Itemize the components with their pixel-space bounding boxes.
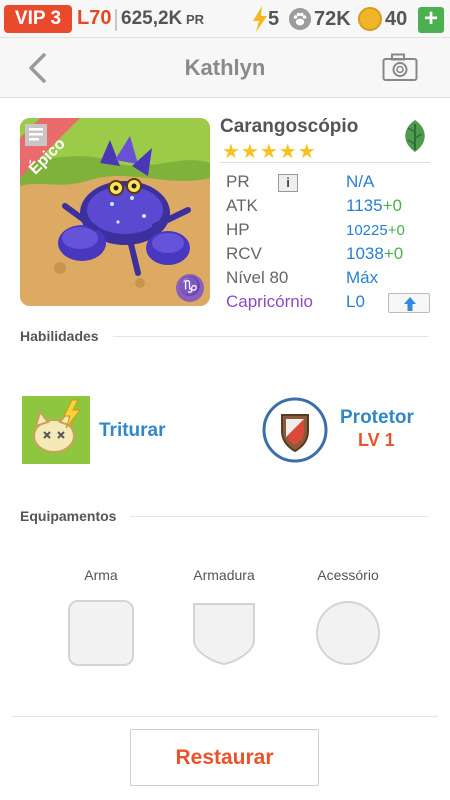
skill-icon[interactable] <box>22 396 90 464</box>
page-header: Kathlyn <box>0 38 450 98</box>
skill-name[interactable]: Triturar <box>99 420 166 442</box>
divider <box>12 716 438 717</box>
zodiac-label: Capricórnio <box>226 292 313 311</box>
divider <box>220 162 430 163</box>
power-rating-unit: PR <box>186 12 205 27</box>
trait-level: LV 1 <box>358 430 395 450</box>
stat-label: RCV <box>226 244 262 263</box>
stat-row-rcv: RCV 1038+0 <box>226 244 436 266</box>
paw-count: 72K <box>314 8 351 30</box>
trait-name[interactable]: Protetor <box>340 407 414 429</box>
shield-icon[interactable] <box>262 397 328 463</box>
player-level: L70 <box>77 7 112 29</box>
up-arrow-icon <box>404 297 416 311</box>
stat-value: 10225+0 <box>346 222 405 239</box>
stat-value: Máx <box>346 268 379 287</box>
star-rating: ★★★★★ <box>222 141 317 163</box>
equipment-label-accessory: Acessório <box>317 567 379 583</box>
stat-row-hp: HP 10225+0 <box>226 220 436 242</box>
camera-icon[interactable] <box>382 52 418 82</box>
stat-value: N/A <box>346 172 375 191</box>
equipment-label-armor: Armadura <box>193 567 255 583</box>
pet-portrait[interactable]: Épico ♑ <box>20 118 210 306</box>
add-currency-button[interactable]: + <box>418 7 444 33</box>
section-title-abilities: Habilidades <box>20 328 99 344</box>
accessory-slot[interactable] <box>315 600 381 666</box>
armor-slot[interactable] <box>191 600 257 666</box>
upgrade-button[interactable] <box>388 293 430 313</box>
stat-value: 1038+0 <box>346 244 404 263</box>
divider <box>113 336 428 337</box>
dizzy-cat-icon <box>22 396 90 464</box>
capricorn-zodiac-icon: ♑ <box>178 276 202 296</box>
energy-count: 5 <box>268 8 280 30</box>
coin-icon <box>358 7 382 31</box>
stat-row-pr: PR i N/A <box>226 172 436 194</box>
stat-row-atk: ATK 1135+0 <box>226 196 436 218</box>
zodiac-level: L0 <box>346 292 365 311</box>
divider <box>130 516 428 517</box>
leaf-icon <box>405 120 425 152</box>
paw-icon <box>289 8 311 30</box>
pet-species-name: Carangoscópio <box>220 116 359 137</box>
stat-label: Nível 80 <box>226 268 289 287</box>
section-title-equipment: Equipamentos <box>20 508 117 524</box>
status-bar: VIP 3 L70 625,2K PR 5 72K 40 + <box>0 0 450 38</box>
stat-row-level: Nível 80 Máx <box>226 268 436 290</box>
stat-label: ATK <box>226 196 258 215</box>
power-rating-value: 625,2K <box>121 8 183 29</box>
divider <box>115 9 117 31</box>
info-button[interactable]: i <box>278 174 298 192</box>
stat-value: 1135+0 <box>346 196 402 215</box>
vip-badge[interactable]: VIP 3 <box>4 5 72 33</box>
energy-bolt-icon <box>253 6 267 32</box>
weapon-slot[interactable] <box>68 600 134 666</box>
equipment-label-weapon: Arma <box>84 567 118 583</box>
restore-button[interactable]: Restaurar <box>130 729 319 786</box>
stat-row-zodiac: Capricórnio L0 <box>226 292 436 314</box>
stat-label: PR <box>226 172 250 191</box>
stat-label: HP <box>226 220 250 239</box>
coin-count: 40 <box>385 8 408 30</box>
